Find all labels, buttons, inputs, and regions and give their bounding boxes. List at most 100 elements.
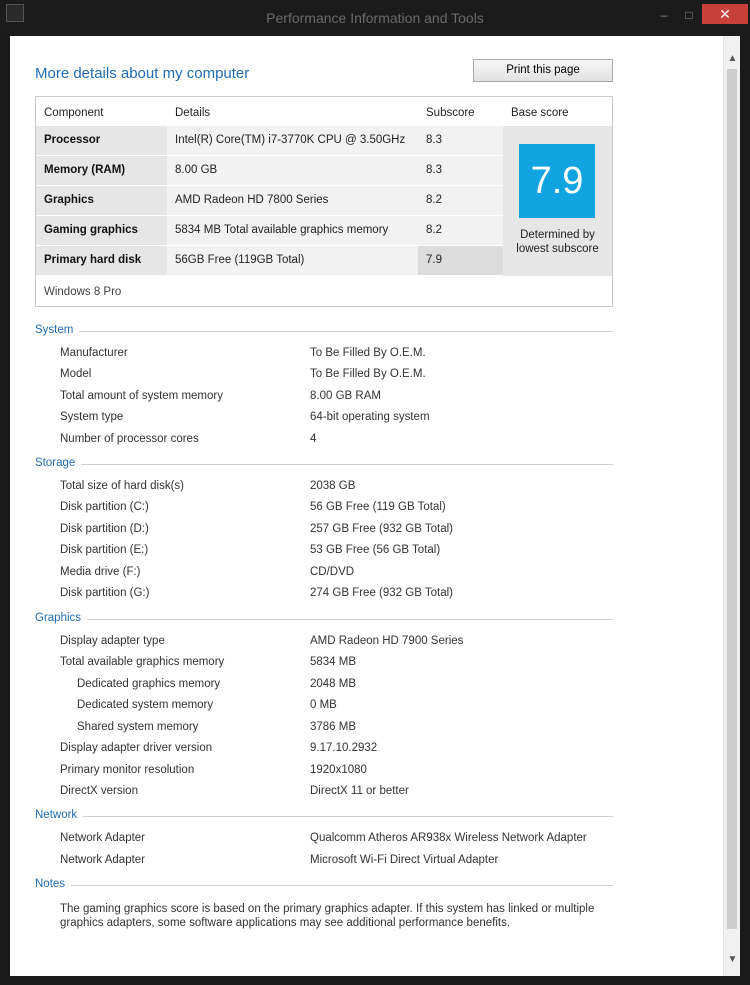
item-value: 53 GB Free (56 GB Total) [310,544,441,556]
item-value: 1920x1080 [310,764,367,776]
minimize-button[interactable]: – [652,6,676,24]
section-title: System [35,324,80,336]
notes-text: The gaming graphics score is based on th… [60,903,595,929]
item-value: To Be Filled By O.E.M. [310,347,426,359]
item-label: Total available graphics memory [60,656,225,668]
component-details: 8.00 GB [167,156,418,185]
section-divider [35,885,613,886]
item-value: 0 MB [310,699,337,711]
item-label: Total size of hard disk(s) [60,480,184,492]
base-score-note: Determined by lowest subscore [503,228,612,256]
item-label: Display adapter type [60,635,165,647]
title-bar[interactable]: Performance Information and Tools – □ ✕ [0,0,750,36]
item-label: Primary monitor resolution [60,764,195,776]
item-label: Dedicated graphics memory [77,678,221,690]
section-graphics: Graphics [35,612,613,626]
maximize-button[interactable]: □ [677,6,701,24]
item-label: Network Adapter [60,832,146,844]
header-subscore: Subscore [426,107,475,119]
base-score-tile: 7.9 [519,144,595,218]
item-value: 9.17.10.2932 [310,742,378,754]
header-details: Details [175,107,211,119]
component-name: Memory (RAM) [36,156,167,185]
item-label: Model [60,368,92,380]
item-label: Disk partition (E:) [60,544,149,556]
component-subscore: 8.2 [418,186,503,215]
item-label: Disk partition (G:) [60,587,150,599]
section-divider [35,464,613,465]
component-subscore: 7.9 [418,246,503,275]
table-row: Memory (RAM) 8.00 GB 8.3 [36,156,503,185]
item-value: To Be Filled By O.E.M. [310,368,426,380]
scroll-up-icon[interactable]: ▲ [724,50,740,67]
list-item: Shared system memory 3786 MB [60,721,620,737]
item-value: 2048 MB [310,678,357,690]
list-item: Number of processor cores 4 [60,433,620,449]
item-label: Display adapter driver version [60,742,213,754]
item-label: Shared system memory [77,721,199,733]
item-label: Total amount of system memory [60,390,223,402]
component-subscore: 8.3 [418,126,503,155]
section-title: Graphics [35,612,88,624]
section-network: Network [35,809,613,823]
item-value: Microsoft Wi-Fi Direct Virtual Adapter [310,854,499,866]
vertical-scrollbar[interactable]: ▲ ▼ [723,36,740,976]
list-item: Display adapter driver version 9.17.10.29… [60,742,620,758]
list-item: Total amount of system memory 8.00 GB RAM [60,390,620,406]
list-item: Media drive (F:) CD/DVD [60,566,620,582]
section-divider [35,816,613,817]
component-subscore: 8.3 [418,156,503,185]
base-score-panel: 7.9 Determined by lowest subscore [503,126,612,276]
list-item: Disk partition (D:) 257 GB Free (932 GB T… [60,523,620,539]
list-item: Disk partition (C:) 56 GB Free (119 GB To… [60,501,620,517]
list-item: Model To Be Filled By O.E.M. [60,368,620,384]
base-score-note-line: Determined by [520,229,595,241]
item-value: 274 GB Free (932 GB Total) [310,587,453,599]
print-page-button[interactable]: Print this page [473,59,613,82]
base-score-note-line: lowest subscore [516,243,599,255]
item-value: 4 [310,433,317,445]
list-item: Dedicated graphics memory 2048 MB [60,678,620,694]
scroll-thumb[interactable] [727,69,737,929]
component-name: Gaming graphics [36,216,167,245]
list-item: Dedicated system memory 0 MB [60,699,620,715]
list-item: Disk partition (E:) 53 GB Free (56 GB Tot… [60,544,620,560]
component-details: 5834 MB Total available graphics memory [167,216,418,245]
list-item: Primary monitor resolution 1920x1080 [60,764,620,780]
section-storage: Storage [35,457,613,471]
list-item: Total size of hard disk(s) 2038 GB [60,480,620,496]
list-item: Display adapter type AMD Radeon HD 7900 S… [60,635,620,651]
item-value: 64-bit operating system [310,411,430,423]
item-label: Network Adapter [60,854,146,866]
section-notes: Notes [35,878,613,892]
os-edition: Windows 8 Pro [44,286,122,298]
list-item: System type 64-bit operating system [60,411,620,427]
table-row: Processor Intel(R) Core(TM) i7-3770K CPU… [36,126,503,155]
component-name: Processor [36,126,167,155]
item-label: DirectX version [60,785,138,797]
component-details: 56GB Free (119GB Total) [167,246,418,275]
section-divider [35,331,613,332]
item-value: CD/DVD [310,566,355,578]
section-title: Storage [35,457,82,469]
section-system: System [35,324,613,338]
item-value: 5834 MB [310,656,357,668]
item-value: 2038 GB [310,480,356,492]
item-label: Media drive (F:) [60,566,141,578]
list-item: DirectX version DirectX 11 or better [60,785,620,801]
table-row: Gaming graphics 5834 MB Total available … [36,216,503,245]
item-value: 257 GB Free (932 GB Total) [310,523,453,535]
component-details: AMD Radeon HD 7800 Series [167,186,418,215]
score-table: Component Details Subscore Base score Pr… [35,96,613,307]
component-name: Primary hard disk [36,246,167,275]
section-title: Network [35,809,84,821]
close-button[interactable]: ✕ [702,4,748,24]
header-component: Component [44,107,104,119]
item-value: DirectX 11 or better [310,785,409,797]
component-subscore: 8.2 [418,216,503,245]
item-label: Number of processor cores [60,433,199,445]
item-value: 56 GB Free (119 GB Total) [310,501,446,513]
list-item: Total available graphics memory 5834 MB [60,656,620,672]
list-item: Disk partition (G:) 274 GB Free (932 GB T… [60,587,620,603]
scroll-down-icon[interactable]: ▼ [724,951,740,968]
